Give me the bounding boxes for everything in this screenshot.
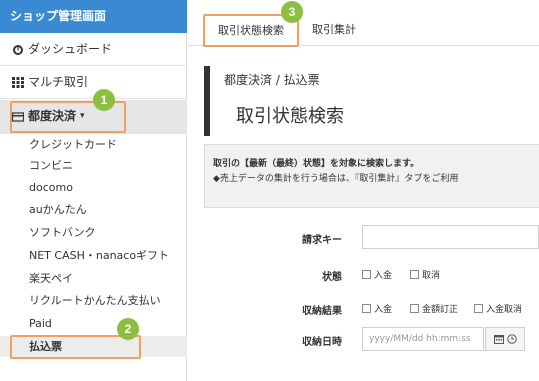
status-label: 状態 (322, 272, 342, 283)
checkbox-label: 取消 (422, 271, 441, 281)
step-badge-3: 3 (281, 1, 303, 23)
checkbox-label: 入金取消 (486, 305, 523, 315)
breadcrumb: 都度決済 / 払込票 (224, 73, 320, 87)
info-notice: 取引の【最新（最終）状態】を対象に検索します。 ◆売上データの集計を行う場合は、… (204, 144, 539, 208)
checkbox-label: 入金 (374, 271, 393, 281)
checkbox[interactable] (362, 304, 371, 313)
status-checkbox-cancel[interactable]: 取消 (410, 268, 440, 281)
payment-result-checkbox-deposit-cancel[interactable]: 入金取消 (474, 302, 522, 315)
checkbox[interactable] (410, 304, 419, 313)
sidebar-item-label: 都度決済 (28, 109, 77, 123)
chevron-down-icon: ▾ (80, 111, 85, 121)
request-key-label: 請求キー (302, 235, 342, 246)
sidebar-subitem[interactable]: リクルートかんたん支払い (0, 290, 187, 311)
main-content: 取引状態検索 取引集計 都度決済 / 払込票 取引状態検索 取引の【最新（最終）… (188, 0, 539, 381)
sidebar-subitem[interactable]: NET CASH・nanacoギフト (0, 245, 187, 266)
sidebar-header: ショップ管理画面 (0, 0, 187, 33)
notice-line: ◆売上データの集計を行う場合は、『取引集計』タブをご利用 (213, 174, 459, 184)
tab-bar: 取引状態検索 取引集計 (188, 0, 539, 46)
calendar-icon (493, 335, 504, 344)
step-badge-2: 2 (117, 318, 139, 340)
checkbox-label: 金額訂正 (422, 305, 459, 315)
checkbox-label: 入金 (374, 305, 393, 315)
checkbox[interactable] (474, 304, 483, 313)
sidebar-subitem[interactable]: 楽天ペイ (0, 268, 187, 289)
sidebar: ショップ管理画面 ダッシュボード マルチ取引 都度決済 ▾ クレジットカード コ… (0, 0, 187, 381)
payment-date-input[interactable]: yyyy/MM/dd hh:mm:ss (362, 327, 484, 351)
clock-icon (506, 334, 517, 344)
request-key-input[interactable] (362, 225, 539, 249)
payment-date-label: 収納日時 (302, 337, 342, 348)
sidebar-subitem[interactable]: auかんたん (0, 199, 187, 220)
page-title: 取引状態検索 (236, 106, 344, 127)
payment-result-checkbox-correction[interactable]: 金額訂正 (410, 302, 458, 315)
sidebar-subitem[interactable]: クレジットカード (0, 134, 187, 155)
notice-line: 取引の【最新（最終）状態】を対象に検索します。 (213, 159, 420, 169)
page-header: 都度決済 / 払込票 取引状態検索 (204, 66, 539, 136)
sidebar-item-dashboard[interactable]: ダッシュボード (0, 33, 187, 66)
sidebar-subitem[interactable]: Paid (0, 313, 187, 334)
checkbox[interactable] (410, 270, 419, 279)
sidebar-item-label: ダッシュボード (28, 41, 113, 56)
sidebar-subitem[interactable]: docomo (0, 177, 187, 198)
tab-aggregate[interactable]: 取引集計 (298, 14, 370, 46)
title-accent-bar (204, 66, 210, 136)
sidebar-subitem-active[interactable]: 払込票 (0, 336, 187, 357)
sidebar-subitem[interactable]: ソフトバンク (0, 222, 187, 243)
status-checkbox-deposit[interactable]: 入金 (362, 268, 392, 281)
card-icon (12, 111, 24, 122)
date-picker-button[interactable] (485, 327, 525, 351)
sidebar-subitem[interactable]: コンビニ (0, 155, 187, 176)
dashboard-icon (13, 45, 23, 55)
payment-result-checkbox-deposit[interactable]: 入金 (362, 302, 392, 315)
sidebar-item-label: マルチ取引 (28, 74, 89, 89)
payment-result-label: 収納結果 (302, 306, 342, 317)
grid-icon (12, 77, 24, 88)
checkbox[interactable] (362, 270, 371, 279)
step-badge-1: 1 (93, 89, 115, 111)
